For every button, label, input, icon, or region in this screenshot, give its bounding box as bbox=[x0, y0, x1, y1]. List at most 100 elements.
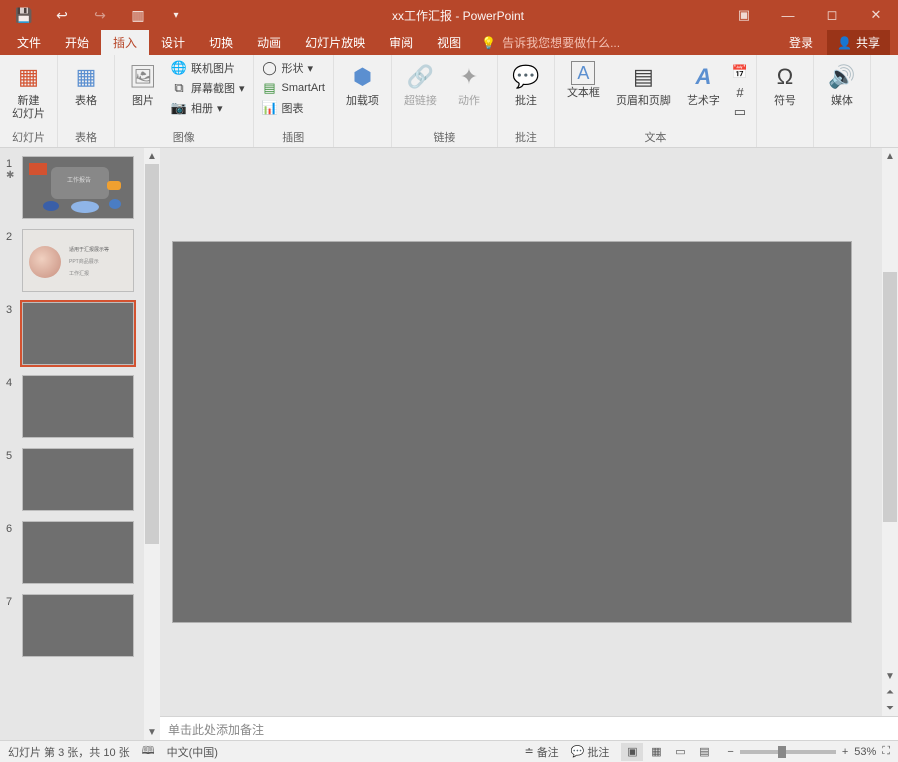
fit-to-window-button[interactable]: ⛶ bbox=[882, 745, 890, 758]
scroll-up-icon[interactable]: ▲ bbox=[144, 148, 160, 164]
picture-button[interactable]: 🖼 图片 bbox=[121, 59, 165, 110]
thumbnail-number: 4 bbox=[6, 375, 22, 438]
thumb2-line1: 适用于汇报展示等 bbox=[69, 246, 109, 253]
window-title: xx工作汇报 - PowerPoint bbox=[194, 7, 722, 24]
thumbnail-1[interactable]: 1✱ 工作报告 bbox=[6, 156, 160, 219]
comment-label: 批注 bbox=[515, 95, 537, 108]
hyperlink-icon: 🔗 bbox=[404, 61, 436, 93]
tab-design[interactable]: 设计 bbox=[149, 30, 197, 55]
group-links-label: 链接 bbox=[398, 127, 491, 147]
accessibility-check-icon[interactable]: 🕮 bbox=[142, 742, 155, 761]
editor-scrollbar[interactable]: ▲ ▼ ⏶ ⏷ bbox=[882, 148, 898, 716]
shapes-button[interactable]: ◯形状 ▾ bbox=[260, 59, 327, 77]
zoom-slider[interactable] bbox=[740, 750, 836, 754]
thumbnail-3[interactable]: 3 bbox=[6, 302, 160, 365]
comments-toggle[interactable]: 💬批注 bbox=[571, 744, 610, 760]
media-icon: 🔊 bbox=[826, 61, 858, 93]
header-footer-button[interactable]: ▤ 页眉和页脚 bbox=[610, 59, 677, 110]
scrollbar-handle[interactable] bbox=[145, 164, 159, 544]
comments-icon: 💬 bbox=[571, 745, 585, 758]
thumbnail-5[interactable]: 5 bbox=[6, 448, 160, 511]
scrollbar-handle[interactable] bbox=[883, 272, 897, 522]
symbol-button[interactable]: Ω 符号 bbox=[763, 59, 807, 110]
object-button[interactable]: ▭ bbox=[730, 103, 750, 121]
textbox-button[interactable]: A 文本框 bbox=[561, 59, 606, 102]
zoom-level[interactable]: 53% bbox=[854, 746, 876, 758]
tab-home[interactable]: 开始 bbox=[53, 30, 101, 55]
wordart-button[interactable]: A 艺术字 bbox=[681, 59, 726, 110]
tab-file[interactable]: 文件 bbox=[5, 30, 53, 55]
group-tables-label: 表格 bbox=[64, 127, 108, 147]
scroll-down-icon[interactable]: ▼ bbox=[882, 668, 898, 684]
media-button[interactable]: 🔊 媒体 bbox=[820, 59, 864, 110]
slide-thumbnails-panel: 1✱ 工作报告 2 适用于汇报展示等PPT商品展示工作汇报 3 4 5 6 bbox=[0, 148, 160, 740]
slideshow-start-icon[interactable]: ▥ bbox=[120, 1, 156, 29]
date-time-button[interactable]: 📅 bbox=[730, 63, 750, 81]
thumbnail-number: 2 bbox=[6, 229, 22, 292]
login-button[interactable]: 登录 bbox=[781, 32, 821, 53]
minimize-icon[interactable]: — bbox=[766, 0, 810, 30]
normal-view-button[interactable]: ▣ bbox=[621, 743, 643, 761]
scroll-up-icon[interactable]: ▲ bbox=[882, 148, 898, 164]
thumbnail-4[interactable]: 4 bbox=[6, 375, 160, 438]
thumbnail-scrollbar[interactable]: ▲ ▼ bbox=[144, 148, 160, 740]
thumbnail-number: 3 bbox=[6, 302, 22, 365]
new-slide-button[interactable]: ▦ 新建 幻灯片 bbox=[6, 59, 51, 123]
sorter-view-button[interactable]: ▦ bbox=[645, 743, 667, 761]
prev-slide-icon[interactable]: ⏶ bbox=[882, 684, 898, 700]
smartart-button[interactable]: ▤SmartArt bbox=[260, 79, 327, 97]
comment-button[interactable]: 💬 批注 bbox=[504, 59, 548, 110]
redo-icon: ↪ bbox=[82, 1, 118, 29]
language-status[interactable]: 中文(中国) bbox=[167, 744, 218, 760]
thumbnail-6[interactable]: 6 bbox=[6, 521, 160, 584]
table-button[interactable]: ▦ 表格 bbox=[64, 59, 108, 110]
comment-icon: 💬 bbox=[510, 61, 542, 93]
slide-number-icon: # bbox=[732, 84, 748, 100]
smartart-label: SmartArt bbox=[282, 82, 325, 94]
undo-icon[interactable]: ↩ bbox=[44, 1, 80, 29]
tab-slideshow[interactable]: 幻灯片放映 bbox=[293, 30, 377, 55]
addins-button[interactable]: ⬢ 加载项 bbox=[340, 59, 385, 110]
tab-transition[interactable]: 切换 bbox=[197, 30, 245, 55]
scroll-down-icon[interactable]: ▼ bbox=[144, 724, 160, 740]
slide-counter: 幻灯片 第 3 张，共 10 张 bbox=[8, 744, 130, 760]
online-pictures-label: 联机图片 bbox=[191, 60, 235, 76]
comments-toggle-label: 批注 bbox=[587, 744, 609, 760]
chart-button[interactable]: 📊图表 bbox=[260, 99, 327, 117]
next-slide-icon[interactable]: ⏷ bbox=[882, 700, 898, 716]
group-images-label: 图像 bbox=[121, 127, 247, 147]
slide-canvas[interactable] bbox=[172, 241, 852, 623]
share-icon: 👤 bbox=[837, 36, 852, 50]
notes-pane[interactable]: 单击此处添加备注 bbox=[160, 716, 898, 740]
share-button[interactable]: 👤 共享 bbox=[827, 30, 890, 55]
tab-review[interactable]: 审阅 bbox=[377, 30, 425, 55]
thumbnail-2[interactable]: 2 适用于汇报展示等PPT商品展示工作汇报 bbox=[6, 229, 160, 292]
photo-album-icon: 📷 bbox=[171, 100, 187, 116]
qat-customize-icon[interactable]: ▾ bbox=[158, 1, 194, 29]
tell-me-placeholder: 告诉我您想要做什么... bbox=[502, 34, 620, 51]
zoom-out-button[interactable]: − bbox=[727, 746, 733, 758]
online-pictures-button[interactable]: 🌐联机图片 bbox=[169, 59, 247, 77]
reading-view-button[interactable]: ▭ bbox=[669, 743, 691, 761]
slideshow-view-button[interactable]: ▤ bbox=[693, 743, 715, 761]
thumbnail-7[interactable]: 7 bbox=[6, 594, 160, 657]
photo-album-button[interactable]: 📷相册 ▾ bbox=[169, 99, 247, 117]
maximize-icon[interactable]: ◻ bbox=[810, 0, 854, 30]
zoom-in-button[interactable]: + bbox=[842, 746, 848, 758]
screenshot-button[interactable]: ⧉屏幕截图 ▾ bbox=[169, 79, 247, 97]
object-icon: ▭ bbox=[732, 104, 748, 120]
save-icon[interactable]: 💾 bbox=[6, 1, 42, 29]
slide-editor[interactable]: ▲ ▼ ⏶ ⏷ bbox=[160, 148, 898, 716]
tab-view[interactable]: 视图 bbox=[425, 30, 473, 55]
close-icon[interactable]: ✕ bbox=[854, 0, 898, 30]
tab-insert[interactable]: 插入 bbox=[101, 30, 149, 55]
notes-toggle[interactable]: ≐备注 bbox=[524, 744, 558, 760]
tab-animation[interactable]: 动画 bbox=[245, 30, 293, 55]
ribbon-options-icon[interactable]: ▣ bbox=[722, 0, 766, 30]
thumbnail-number: 7 bbox=[6, 594, 22, 657]
new-slide-label: 新建 幻灯片 bbox=[12, 95, 45, 121]
slide-number-button[interactable]: # bbox=[730, 83, 750, 101]
thumbnail-number: 6 bbox=[6, 521, 22, 584]
zoom-slider-handle[interactable] bbox=[778, 746, 786, 758]
tell-me-search[interactable]: 💡 告诉我您想要做什么... bbox=[473, 34, 781, 51]
